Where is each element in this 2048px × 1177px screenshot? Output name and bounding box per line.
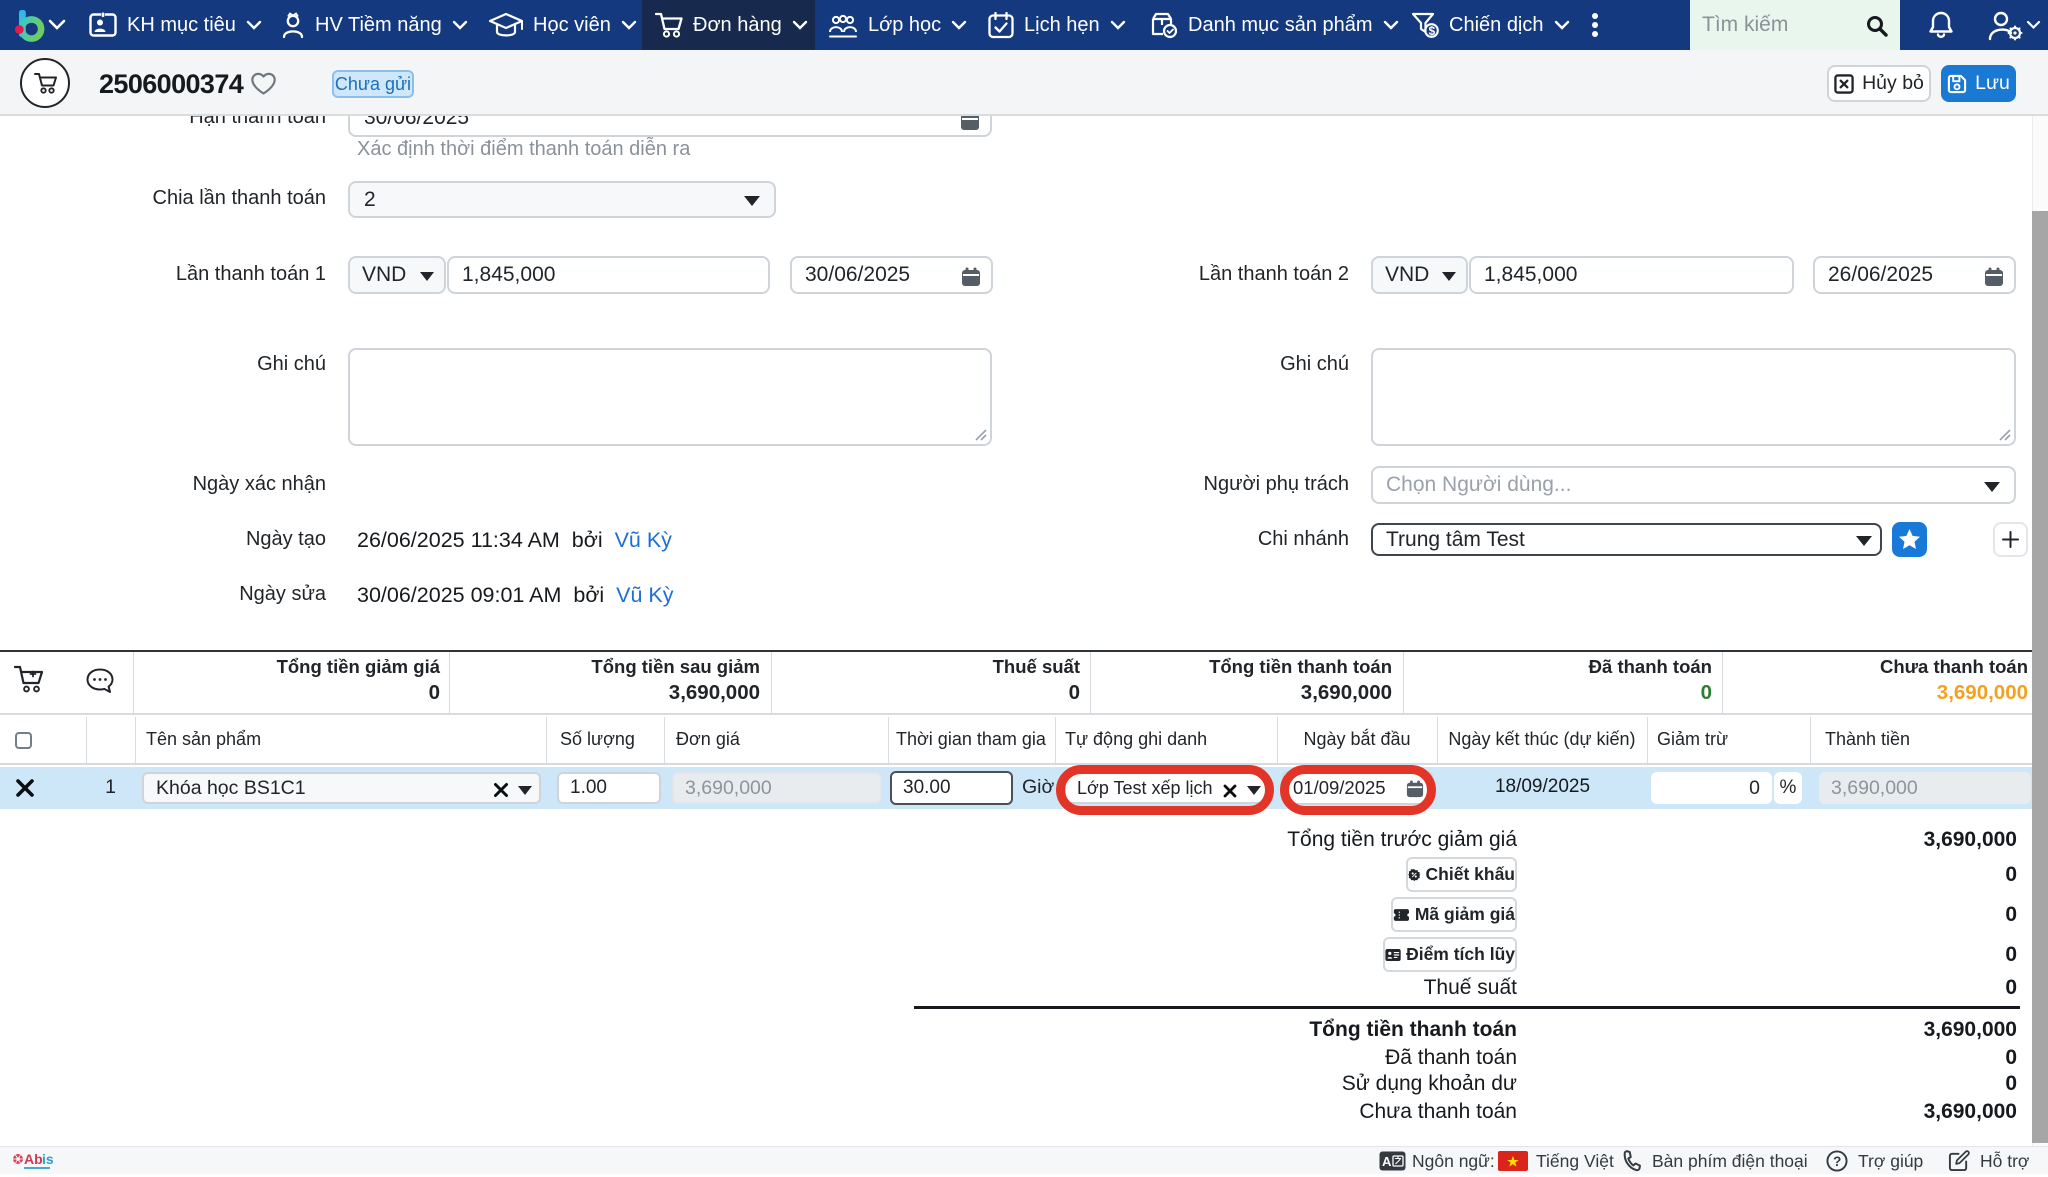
svg-text:?: ?: [1833, 1154, 1841, 1169]
svg-text:is: is: [42, 1151, 54, 1167]
svg-text:$: $: [1429, 24, 1436, 38]
svg-text:A: A: [1382, 1154, 1392, 1169]
svg-text:Ab: Ab: [24, 1151, 43, 1167]
